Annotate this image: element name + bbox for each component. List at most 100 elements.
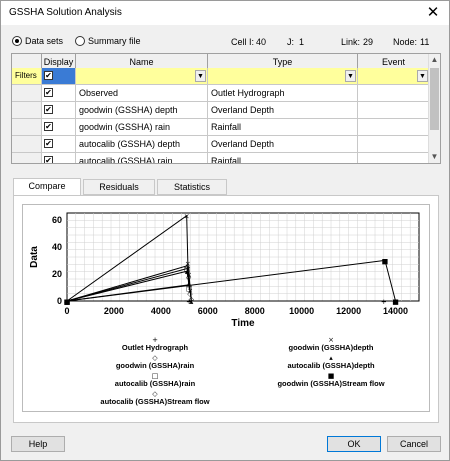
dataset-type: Rainfall [208, 153, 358, 163]
scroll-up-icon[interactable]: ▲ [429, 54, 440, 66]
row-header [12, 85, 42, 102]
data-sets-radio[interactable]: Data sets [12, 36, 63, 46]
dataset-name: autocalib (GSSHA) rain [76, 153, 208, 163]
scroll-thumb[interactable] [430, 68, 439, 130]
display-checkbox[interactable]: ✔ [44, 88, 53, 97]
display-cell[interactable]: ✔ [42, 136, 76, 153]
compare-chart: 0 2000 4000 6000 8000 10000 12000 14000 0 20 40 60 T… [22, 204, 430, 412]
cell-i-value: 40 [256, 37, 267, 47]
filter-label: Filters [12, 68, 42, 85]
table-row[interactable]: ✔ goodwin (GSSHA) rain Rainfall [12, 119, 430, 136]
node-value: 11 [420, 37, 430, 47]
display-checkbox[interactable]: ✔ [44, 139, 53, 148]
dataset-event [358, 85, 430, 102]
x-tick-label: 8000 [245, 306, 265, 316]
help-button[interactable]: Help [11, 436, 65, 452]
data-point: ■ [392, 298, 399, 306]
data-point: □ [184, 266, 191, 274]
x-axis-label: Time [231, 318, 255, 329]
legend-label: autocalib (GSSHA)depth [287, 361, 375, 370]
display-checkbox[interactable]: ✔ [44, 156, 53, 163]
data-point: ◇ [189, 295, 195, 303]
y-tick-label: 20 [52, 269, 62, 279]
dataset-type: Overland Depth [208, 102, 358, 119]
display-checkbox[interactable]: ✔ [44, 122, 53, 131]
tab-residuals[interactable]: Residuals [83, 179, 155, 195]
data-sets-label: Data sets [25, 36, 64, 46]
x-tick-label: 12000 [336, 306, 361, 316]
filter-name-field[interactable]: ▼ [76, 68, 208, 85]
data-point: ■ [382, 257, 389, 265]
close-icon[interactable]: ✕ [417, 1, 449, 25]
y-tick-label: 0 [57, 296, 62, 306]
row-header [12, 153, 42, 163]
filter-row: Filters ✔ ▼ ▼ ▼ [12, 68, 430, 85]
tab-compare[interactable]: Compare [13, 178, 81, 196]
dataset-name: goodwin (GSSHA) rain [76, 119, 208, 136]
filter-event-field[interactable]: ▼ [358, 68, 430, 85]
table-row[interactable]: ✔ autocalib (GSSHA) depth Overland Depth [12, 136, 430, 153]
summary-file-label: Summary file [88, 36, 141, 46]
solution-analysis-dialog: GSSHA Solution Analysis ✕ Data sets Summ… [0, 0, 450, 461]
y-axis-label: Data [29, 246, 40, 268]
data-point: ◇ [64, 298, 70, 306]
row-header [12, 102, 42, 119]
radio-unselected-icon [75, 36, 85, 46]
compare-panel: 0 2000 4000 6000 8000 10000 12000 14000 0 20 40 60 T… [13, 195, 439, 423]
data-sets-grid: Display Name Type Event Filters ✔ ▼ ▼ ▼ … [11, 53, 441, 164]
x-tick-label: 6000 [198, 306, 218, 316]
data-point: × [184, 213, 190, 221]
table-row[interactable]: ✔ autocalib (GSSHA) rain Rainfall [12, 153, 430, 163]
display-cell[interactable]: ✔ [42, 85, 76, 102]
dataset-event [358, 119, 430, 136]
x-tick-label: 14000 [383, 306, 408, 316]
scroll-down-icon[interactable]: ▼ [429, 151, 440, 163]
display-cell[interactable]: ✔ [42, 119, 76, 136]
data-point: + [381, 298, 387, 306]
y-tick-label: 60 [52, 215, 62, 225]
display-cell[interactable]: ✔ [42, 153, 76, 163]
ok-button[interactable]: OK [327, 436, 381, 452]
table-row[interactable]: ✔ Observed Outlet Hydrograph [12, 85, 430, 102]
x-tick-label: 10000 [289, 306, 314, 316]
legend-label: goodwin (GSSHA)rain [116, 361, 195, 370]
chevron-down-icon[interactable]: ▼ [345, 70, 356, 82]
row-header [12, 119, 42, 136]
legend-label: goodwin (GSSHA)Stream flow [277, 379, 384, 388]
filter-display-cell[interactable]: ✔ [42, 68, 76, 85]
legend-label: autocalib (GSSHA)rain [115, 379, 196, 388]
display-checkbox[interactable]: ✔ [44, 105, 53, 114]
chevron-down-icon[interactable]: ▼ [417, 70, 428, 82]
legend-label: autocalib (GSSHA)Stream flow [100, 397, 209, 406]
legend-label: Outlet Hydrograph [122, 343, 189, 352]
dataset-name: goodwin (GSSHA) depth [76, 102, 208, 119]
data-point: ◇ [186, 282, 192, 290]
dataset-event [358, 153, 430, 163]
title-bar: GSSHA Solution Analysis ✕ [1, 1, 449, 25]
x-tick-label: 4000 [151, 306, 171, 316]
grid-scrollbar[interactable]: ▲ ▼ [428, 54, 440, 163]
chevron-down-icon[interactable]: ▼ [195, 70, 206, 82]
dataset-name: autocalib (GSSHA) depth [76, 136, 208, 153]
cell-i-label: Cell I: [231, 37, 255, 47]
link-label: Link: [341, 37, 361, 47]
cancel-button[interactable]: Cancel [387, 436, 441, 452]
dataset-event [358, 136, 430, 153]
dataset-type: Rainfall [208, 119, 358, 136]
legend-label: goodwin (GSSHA)depth [289, 343, 374, 352]
filter-type-field[interactable]: ▼ [208, 68, 358, 85]
table-row[interactable]: ✔ goodwin (GSSHA) depth Overland Depth [12, 102, 430, 119]
x-tick-label: 2000 [104, 306, 124, 316]
tab-statistics[interactable]: Statistics [157, 179, 227, 195]
y-tick-label: 40 [52, 242, 62, 252]
dataset-event [358, 102, 430, 119]
summary-file-radio[interactable]: Summary file [75, 36, 141, 46]
dataset-name: Observed [76, 85, 208, 102]
x-tick-label: 0 [64, 306, 69, 316]
display-cell[interactable]: ✔ [42, 102, 76, 119]
filter-display-checkbox[interactable]: ✔ [44, 71, 53, 80]
dataset-type: Outlet Hydrograph [208, 85, 358, 102]
node-label: Node: [393, 37, 418, 47]
dataset-type: Overland Depth [208, 136, 358, 153]
window-title: GSSHA Solution Analysis [9, 7, 122, 18]
